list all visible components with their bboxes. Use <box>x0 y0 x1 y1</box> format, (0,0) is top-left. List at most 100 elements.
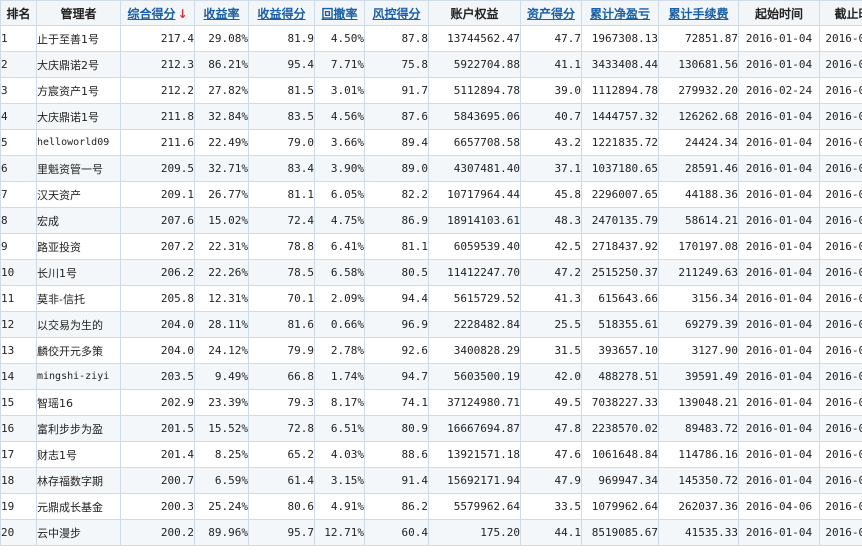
table-row: 11 莫非-信托 205.8 12.31% 70.1 2.09% 94.4 5615729.5… <box>0 285 862 312</box>
return-rate-cell: 8.25% <box>194 441 249 468</box>
score-cell: 206.2 <box>120 259 195 286</box>
return-score-cell: 72.8 <box>248 415 315 442</box>
equity-cell: 5579962.64 <box>428 493 521 520</box>
manager-cell: 财志1号 <box>36 441 121 468</box>
asset-score-cell: 43.2 <box>520 129 582 156</box>
drawdown-cell: 3.01% <box>314 77 365 104</box>
return-rate-cell: 86.21% <box>194 51 249 78</box>
sort-by-cum-profit[interactable]: 累计净盈亏 <box>581 0 659 26</box>
table-row: 19 元鼎成长基金 200.3 25.24% 80.6 4.91% 86.2 5579962.… <box>0 493 862 520</box>
cum-fee-cell: 170197.08 <box>658 233 739 260</box>
risk-score-cell: 75.8 <box>364 51 429 78</box>
return-rate-cell: 28.11% <box>194 311 249 338</box>
return-score-cell: 81.6 <box>248 311 315 338</box>
return-rate-cell: 24.12% <box>194 337 249 364</box>
sort-by-cum-fee[interactable]: 累计手续费 <box>658 0 739 26</box>
start-date-cell: 2016-01-04 <box>738 181 820 208</box>
manager-cell: 止于至善1号 <box>36 25 121 52</box>
manager-cell: 方宸资产1号 <box>36 77 121 104</box>
equity-cell: 11412247.70 <box>428 259 521 286</box>
return-rate-cell: 6.59% <box>194 467 249 494</box>
cum-fee-cell: 24424.34 <box>658 129 739 156</box>
table-row: 15 智瑶16 202.9 23.39% 79.3 8.17% 74.1 37124980.7… <box>0 389 862 416</box>
end-date-cell: 2016-05-09 <box>819 259 862 286</box>
cum-fee-cell: 145350.72 <box>658 467 739 494</box>
start-date-cell: 2016-01-04 <box>738 207 820 234</box>
drawdown-cell: 8.17% <box>314 389 365 416</box>
return-rate-cell: 15.02% <box>194 207 249 234</box>
rank-cell: 12 <box>0 311 37 338</box>
risk-score-cell: 82.2 <box>364 181 429 208</box>
risk-score-cell: 86.2 <box>364 493 429 520</box>
cum-profit-cell: 8519085.67 <box>581 519 659 546</box>
asset-score-cell: 33.5 <box>520 493 582 520</box>
score-cell: 209.5 <box>120 155 195 182</box>
start-date-cell: 2016-01-04 <box>738 129 820 156</box>
end-date-cell: 2016-05-09 <box>819 25 862 52</box>
drawdown-cell: 3.15% <box>314 467 365 494</box>
start-date-cell: 2016-01-04 <box>738 363 820 390</box>
sort-by-score[interactable]: 综合得分 ↓ <box>120 0 195 26</box>
end-date-cell: 2016-05-09 <box>819 363 862 390</box>
sort-by-risk-score[interactable]: 风控得分 <box>364 0 429 26</box>
risk-score-cell: 89.4 <box>364 129 429 156</box>
score-cell: 203.5 <box>120 363 195 390</box>
end-date-cell: 2016-05-09 <box>819 493 862 520</box>
equity-cell: 175.20 <box>428 519 521 546</box>
end-date-cell: 2016-05-09 <box>819 519 862 546</box>
drawdown-cell: 7.71% <box>314 51 365 78</box>
cum-fee-cell: 130681.56 <box>658 51 739 78</box>
return-rate-cell: 26.77% <box>194 181 249 208</box>
table-row: 14 mingshi-ziyi 203.5 9.49% 66.8 1.74% 94.7 560… <box>0 363 862 390</box>
return-score-cell: 79.0 <box>248 129 315 156</box>
sort-by-return-score[interactable]: 收益得分 <box>248 0 315 26</box>
end-date-cell: 2016-05-09 <box>819 181 862 208</box>
score-cell: 205.8 <box>120 285 195 312</box>
manager-cell: 大庆鼎诺2号 <box>36 51 121 78</box>
cum-profit-cell: 2238570.02 <box>581 415 659 442</box>
start-date-cell: 2016-02-24 <box>738 77 820 104</box>
risk-score-cell: 80.5 <box>364 259 429 286</box>
sort-by-drawdown[interactable]: 回撤率 <box>314 0 365 26</box>
cum-fee-cell: 39591.49 <box>658 363 739 390</box>
end-date-cell: 2016-05-09 <box>819 389 862 416</box>
cum-profit-cell: 393657.10 <box>581 337 659 364</box>
score-cell: 211.6 <box>120 129 195 156</box>
sort-by-return-rate[interactable]: 收益率 <box>194 0 249 26</box>
asset-score-cell: 42.0 <box>520 363 582 390</box>
drawdown-cell: 6.05% <box>314 181 365 208</box>
start-date-cell: 2016-01-04 <box>738 389 820 416</box>
drawdown-cell: 4.50% <box>314 25 365 52</box>
return-rate-cell: 27.82% <box>194 77 249 104</box>
asset-score-cell: 47.7 <box>520 25 582 52</box>
rank-cell: 5 <box>0 129 37 156</box>
score-cell: 204.0 <box>120 337 195 364</box>
drawdown-cell: 4.56% <box>314 103 365 130</box>
return-rate-cell: 22.31% <box>194 233 249 260</box>
end-date-cell: 2016-05-09 <box>819 129 862 156</box>
asset-score-cell: 47.9 <box>520 467 582 494</box>
end-date-cell: 2016-05-09 <box>819 467 862 494</box>
manager-cell: 宏成 <box>36 207 121 234</box>
return-score-cell: 81.9 <box>248 25 315 52</box>
score-cell: 200.7 <box>120 467 195 494</box>
risk-score-cell: 87.6 <box>364 103 429 130</box>
drawdown-cell: 0.66% <box>314 311 365 338</box>
asset-score-cell: 40.7 <box>520 103 582 130</box>
risk-score-cell: 89.0 <box>364 155 429 182</box>
sort-by-asset-score[interactable]: 资产得分 <box>520 0 582 26</box>
return-score-cell: 81.5 <box>248 77 315 104</box>
table-row: 6 里魁资管一号 209.5 32.71% 83.4 3.90% 89.0 4307481.4… <box>0 155 862 182</box>
return-score-cell: 78.8 <box>248 233 315 260</box>
score-cell: 200.3 <box>120 493 195 520</box>
header-manager: 管理者 <box>36 0 121 26</box>
cum-profit-cell: 7038227.33 <box>581 389 659 416</box>
manager-cell: 林存福数字期 <box>36 467 121 494</box>
cum-fee-cell: 139048.21 <box>658 389 739 416</box>
manager-cell: 以交易为生的 <box>36 311 121 338</box>
asset-score-cell: 42.5 <box>520 233 582 260</box>
cum-profit-cell: 488278.51 <box>581 363 659 390</box>
score-cell: 212.3 <box>120 51 195 78</box>
score-cell: 211.8 <box>120 103 195 130</box>
rank-cell: 19 <box>0 493 37 520</box>
